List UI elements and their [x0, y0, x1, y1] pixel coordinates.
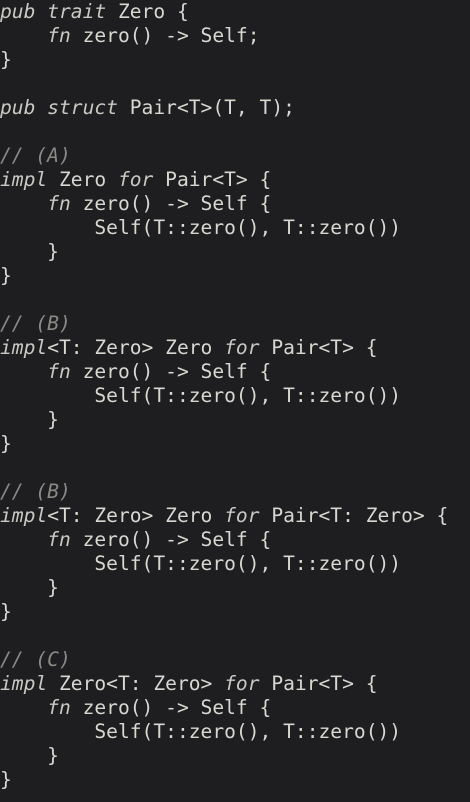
code-keyword: for — [224, 672, 260, 695]
code-line: impl Zero<T: Zero> for Pair<T> { — [0, 672, 470, 696]
code-text: Zero { — [106, 0, 189, 23]
code-keyword: impl — [0, 504, 48, 527]
code-line: } — [0, 432, 470, 456]
code-keyword: impl — [0, 336, 48, 359]
code-line: } — [0, 240, 470, 264]
code-keyword: impl — [0, 672, 48, 695]
code-keyword: trait — [47, 0, 107, 23]
code-text: Pair<T>(T, T); — [117, 96, 295, 119]
code-text: } — [0, 432, 12, 455]
code-text: Zero — [47, 168, 118, 191]
code-keyword: for — [224, 336, 260, 359]
code-line: fn zero() -> Self { — [0, 528, 470, 552]
code-keyword: impl — [0, 168, 48, 191]
code-text: Pair<T: Zero> { — [259, 504, 449, 527]
code-line: } — [0, 744, 470, 768]
code-keyword: fn — [47, 696, 71, 719]
code-keyword: fn — [47, 360, 71, 383]
code-line: // (B) — [0, 312, 470, 336]
code-text: Pair<T> { — [153, 168, 272, 191]
code-comment: // (A) — [0, 144, 71, 167]
code-comment: // (C) — [0, 648, 71, 671]
code-text: zero() -> Self { — [70, 696, 272, 719]
code-text: Self(T::zero(), T::zero()) — [0, 384, 402, 407]
code-line: // (A) — [0, 144, 470, 168]
code-line: } — [0, 768, 470, 792]
code-line: pub struct Pair<T>(T, T); — [0, 96, 470, 120]
code-line: ​ — [0, 624, 470, 648]
code-line: pub trait Zero { — [0, 0, 470, 24]
code-text: <T: Zero> Zero — [47, 504, 225, 527]
code-text: } — [0, 264, 12, 287]
code-line: impl<T: Zero> Zero for Pair<T> { — [0, 336, 470, 360]
code-keyword: struct — [47, 96, 118, 119]
code-line: fn zero() -> Self { — [0, 696, 470, 720]
code-editor[interactable]: pub trait Zero { fn zero() -> Self;}​pub… — [0, 0, 470, 802]
code-text: zero() -> Self; — [70, 24, 260, 47]
code-line: // (B) — [0, 480, 470, 504]
code-text: } — [0, 576, 59, 599]
code-line: Self(T::zero(), T::zero()) — [0, 552, 470, 576]
code-line: Self(T::zero(), T::zero()) — [0, 384, 470, 408]
code-comment: // (B) — [0, 312, 71, 335]
code-line: } — [0, 408, 470, 432]
code-text: zero() -> Self { — [70, 360, 272, 383]
code-keyword: pub — [0, 0, 36, 23]
code-text: } — [0, 48, 12, 71]
code-line: impl<T: Zero> Zero for Pair<T: Zero> { — [0, 504, 470, 528]
code-line: } — [0, 48, 470, 72]
code-line: ​ — [0, 288, 470, 312]
code-line: Self(T::zero(), T::zero()) — [0, 216, 470, 240]
code-line: // (C) — [0, 648, 470, 672]
code-line: } — [0, 576, 470, 600]
code-line: } — [0, 600, 470, 624]
code-comment: // (B) — [0, 480, 71, 503]
code-text: Self(T::zero(), T::zero()) — [0, 720, 402, 743]
code-line: Self(T::zero(), T::zero()) — [0, 720, 470, 744]
code-keyword: fn — [47, 24, 71, 47]
code-text: Zero<T: Zero> — [47, 672, 225, 695]
code-line: fn zero() -> Self; — [0, 24, 470, 48]
code-text: } — [0, 768, 12, 791]
code-text: Self(T::zero(), T::zero()) — [0, 552, 402, 575]
code-text: <T: Zero> Zero — [47, 336, 225, 359]
code-line: ​ — [0, 120, 470, 144]
code-text: } — [0, 408, 59, 431]
code-line: fn zero() -> Self { — [0, 192, 470, 216]
code-line: } — [0, 264, 470, 288]
code-line: ​ — [0, 72, 470, 96]
code-keyword: fn — [47, 528, 71, 551]
code-text: Pair<T> { — [259, 336, 378, 359]
code-keyword: pub — [0, 96, 36, 119]
code-text: } — [0, 600, 12, 623]
code-keyword: fn — [47, 192, 71, 215]
code-keyword: for — [224, 504, 260, 527]
code-line: impl Zero for Pair<T> { — [0, 168, 470, 192]
code-text: } — [0, 744, 59, 767]
code-text: Self(T::zero(), T::zero()) — [0, 216, 402, 239]
code-text: zero() -> Self { — [70, 192, 272, 215]
code-text: zero() -> Self { — [70, 528, 272, 551]
code-text: Pair<T> { — [259, 672, 378, 695]
code-line: ​ — [0, 456, 470, 480]
code-text: } — [0, 240, 59, 263]
code-keyword: for — [117, 168, 154, 191]
code-line: fn zero() -> Self { — [0, 360, 470, 384]
